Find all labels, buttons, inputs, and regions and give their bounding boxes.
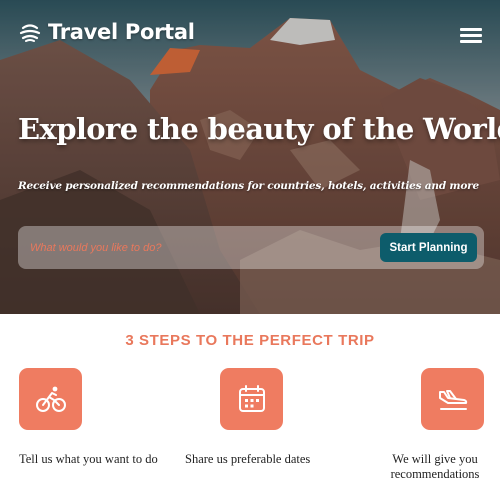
- plane-landing-icon: [438, 390, 467, 410]
- search-bar: Start Planning: [18, 226, 484, 269]
- hamburger-menu-icon[interactable]: [460, 28, 482, 44]
- cycling-icon: [35, 386, 66, 412]
- hero-banner: Travel Portal Explore the beauty of the …: [0, 0, 500, 314]
- calendar-icon: [238, 385, 265, 412]
- brand-name: Travel Portal: [48, 20, 195, 44]
- step-icon-tile: [421, 368, 484, 430]
- menu-line: [460, 34, 482, 37]
- menu-line: [460, 40, 482, 43]
- search-input[interactable]: [18, 226, 370, 269]
- menu-line: [460, 28, 482, 31]
- hero-title: Explore the beauty of the World: [18, 112, 500, 146]
- step-icon-tile: [220, 368, 283, 430]
- step-label: Tell us what you want to do: [19, 452, 158, 466]
- start-planning-button[interactable]: Start Planning: [380, 233, 477, 262]
- steps-title: 3 STEPS TO THE PERFECT TRIP: [125, 332, 375, 349]
- step-label: Share us preferable dates: [185, 452, 311, 466]
- hero-subtitle: Receive personalized recommendations for…: [18, 180, 479, 192]
- globe-logo-icon: [19, 24, 41, 42]
- brand[interactable]: Travel Portal: [18, 20, 195, 44]
- step-label: We will give you recommendations: [390, 452, 480, 481]
- step-icon-tile: [19, 368, 82, 430]
